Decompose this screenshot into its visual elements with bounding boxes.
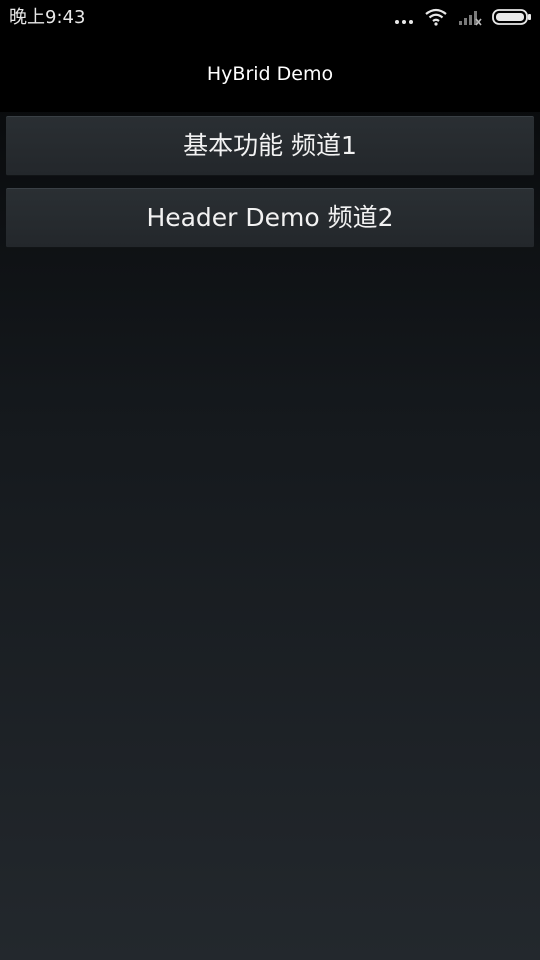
battery-icon [492,9,532,29]
status-bar: 晚上9:43 [0,0,540,38]
channel-2-button[interactable]: Header Demo 频道2 [6,188,534,248]
cell-signal-icon [458,8,482,30]
page-title: HyBrid Demo [206,63,334,85]
channel-1-button[interactable]: 基本功能 频道1 [6,116,534,176]
more-dots-icon [394,10,414,29]
wifi-icon [424,8,448,30]
status-time: 晚上9:43 [9,7,86,28]
status-icons [384,8,532,30]
title-bar: HyBrid Demo [0,38,540,112]
